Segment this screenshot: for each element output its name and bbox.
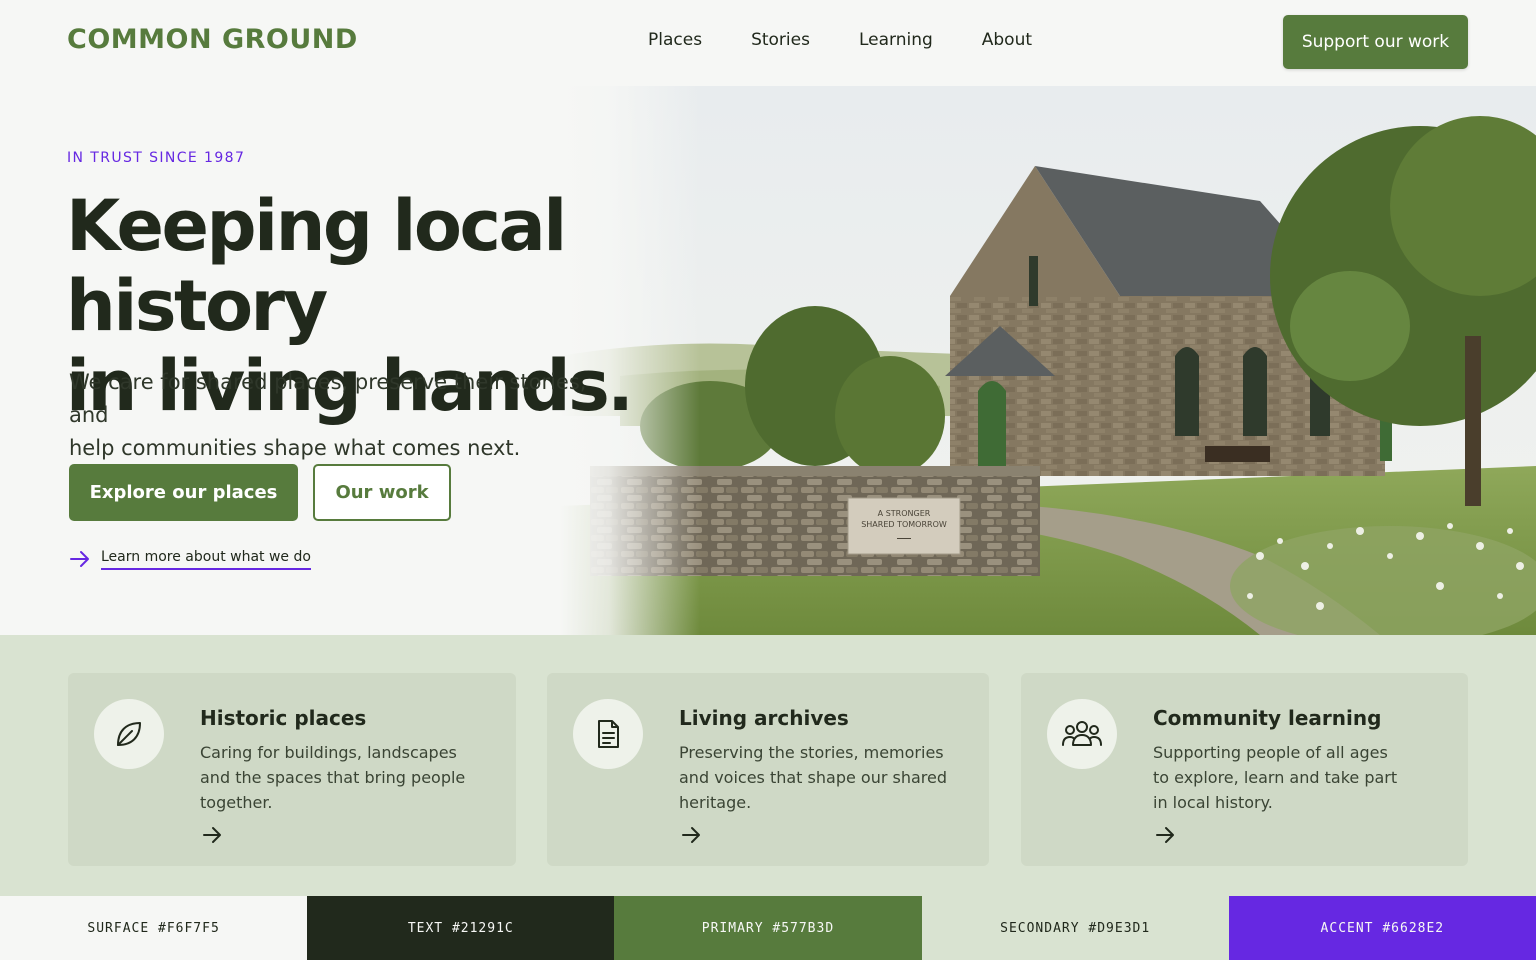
feature-desc-line: in local history. xyxy=(1153,793,1273,812)
arrow-right-icon xyxy=(70,551,89,567)
feature-card-historic-places[interactable]: Historic places Caring for buildings, la… xyxy=(68,673,516,866)
swatch-surface: SURFACE #F6F7F5 xyxy=(0,896,308,960)
feature-title: Historic places xyxy=(200,706,367,730)
arrow-right-icon[interactable] xyxy=(202,825,224,845)
color-palette-strip: SURFACE #F6F7F5 TEXT #21291C PRIMARY #57… xyxy=(0,896,1536,960)
feature-title: Living archives xyxy=(679,706,849,730)
swatch-label: TEXT #21291C xyxy=(407,920,514,936)
explore-places-button[interactable]: Explore our places xyxy=(69,464,298,521)
learn-more-link[interactable]: Learn more about what we do xyxy=(69,548,311,570)
swatch-accent: ACCENT #6628E2 xyxy=(1228,896,1536,960)
nav-item-about[interactable]: About xyxy=(982,30,1032,50)
feature-card-living-archives[interactable]: Living archives Preserving the stories, … xyxy=(547,673,989,866)
hero-subhead-line1: We care for shared places, preserve thei… xyxy=(69,370,587,427)
swatch-label: SECONDARY #D9E3D1 xyxy=(1000,920,1151,936)
sign-text-line2: SHARED TOMORROW xyxy=(861,520,947,529)
feature-desc-line: and the spaces that bring people xyxy=(200,768,466,787)
feature-desc-line: Preserving the stories, memories xyxy=(679,743,944,762)
swatch-primary: PRIMARY #577B3D xyxy=(614,896,922,960)
feature-icon-circle xyxy=(1047,699,1117,769)
site-header: COMMON GROUND Places Stories Learning Ab… xyxy=(0,0,1536,86)
arrow-right-icon[interactable] xyxy=(681,825,703,845)
swatch-label: ACCENT #6628E2 xyxy=(1320,920,1445,936)
nav-item-stories[interactable]: Stories xyxy=(751,30,810,50)
nav-item-places[interactable]: Places xyxy=(648,30,702,50)
feature-desc-line: Caring for buildings, landscapes xyxy=(200,743,457,762)
arrow-right-icon[interactable] xyxy=(1155,825,1177,845)
learn-more-link-label: Learn more about what we do xyxy=(101,549,311,570)
feature-desc-line: heritage. xyxy=(679,793,752,812)
feature-description: Caring for buildings, landscapes and the… xyxy=(200,740,500,815)
swatch-label: PRIMARY #577B3D xyxy=(701,920,835,936)
site-logo[interactable]: COMMON GROUND xyxy=(67,24,358,55)
feature-desc-line: together. xyxy=(200,793,273,812)
feature-title: Community learning xyxy=(1153,706,1382,730)
features-section: Historic places Caring for buildings, la… xyxy=(0,635,1536,896)
main-nav: Places Stories Learning About xyxy=(648,30,1081,50)
swatch-secondary: SECONDARY #D9E3D1 xyxy=(921,896,1229,960)
our-work-button[interactable]: Our work xyxy=(313,464,451,521)
people-icon xyxy=(1062,721,1102,746)
feature-desc-line: Supporting people of all ages xyxy=(1153,743,1388,762)
feature-description: Preserving the stories, memories and voi… xyxy=(679,740,979,815)
feature-card-community-learning[interactable]: Community learning Supporting people of … xyxy=(1021,673,1468,866)
hero-eyebrow: IN TRUST SINCE 1987 xyxy=(67,150,246,166)
document-icon xyxy=(598,720,619,748)
swatch-label: SURFACE #F6F7F5 xyxy=(87,920,220,936)
feature-description: Supporting people of all ages to explore… xyxy=(1153,740,1453,815)
sign-text-line1: A STRONGER xyxy=(878,509,931,518)
nav-item-learning[interactable]: Learning xyxy=(859,30,933,50)
feature-desc-line: and voices that shape our shared xyxy=(679,768,947,787)
swatch-text: TEXT #21291C xyxy=(307,896,615,960)
support-button[interactable]: Support our work xyxy=(1283,15,1468,69)
hero-headline-line1: Keeping local history xyxy=(66,185,567,347)
leaf-icon xyxy=(117,722,141,746)
hero-subhead: We care for shared places, preserve thei… xyxy=(69,366,629,465)
feature-desc-line: to explore, learn and take part xyxy=(1153,768,1398,787)
feature-icon-circle xyxy=(573,699,643,769)
hero-subhead-line2: help communities shape what comes next. xyxy=(69,436,521,460)
feature-icon-circle xyxy=(94,699,164,769)
